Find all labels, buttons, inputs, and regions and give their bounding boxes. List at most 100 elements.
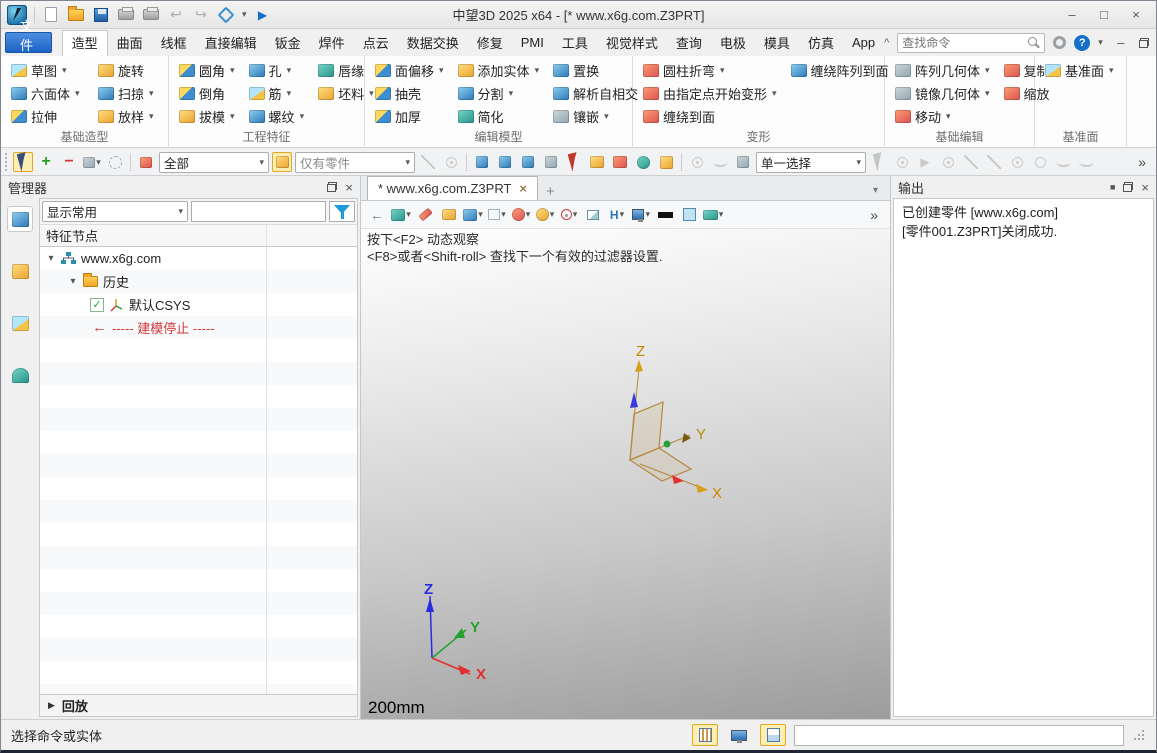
thread-button[interactable]: 螺纹▾: [246, 105, 308, 128]
tab-close-icon[interactable]: ×: [519, 181, 527, 196]
minimize-button[interactable]: –: [1058, 5, 1086, 25]
compass-icon[interactable]: [687, 152, 707, 172]
qat-play-icon[interactable]: ▶: [254, 6, 272, 24]
tree-row-history[interactable]: ▾ 历史: [40, 270, 357, 293]
lasso-icon[interactable]: [105, 152, 125, 172]
cylindrical-bend-button[interactable]: 圆柱折弯▾: [640, 59, 780, 82]
tree-row-root[interactable]: ▾ www.x6g.com: [40, 247, 357, 270]
manager-restore-button[interactable]: [327, 182, 337, 192]
tab-repair[interactable]: 修复: [468, 29, 512, 57]
black-swatch[interactable]: [655, 205, 675, 225]
swap-direction-icon[interactable]: [272, 152, 292, 172]
chain-ball-icon[interactable]: [441, 152, 461, 172]
tab-app[interactable]: App: [843, 31, 884, 55]
open-file-icon[interactable]: [67, 6, 85, 24]
output-log[interactable]: 已创建零件 [www.x6g.com] [零件001.Z3PRT]关闭成功.: [893, 198, 1154, 717]
select-highlight-icon[interactable]: [13, 152, 33, 172]
tab-visual-style[interactable]: 视觉样式: [597, 29, 667, 57]
tree-row-modeling-stop[interactable]: ← ----- 建模停止 -----: [40, 316, 357, 339]
mirror-geometry-button[interactable]: 镜像几何体▾: [892, 82, 993, 105]
simplify-button[interactable]: 简化: [455, 105, 543, 128]
face-offset-button[interactable]: 面偏移▾: [372, 59, 447, 82]
filter-funnel-button[interactable]: [329, 201, 355, 222]
pick-shape-icon[interactable]: [472, 152, 492, 172]
pick-edge-icon[interactable]: [518, 152, 538, 172]
default-csys-triad[interactable]: Z Y X: [600, 342, 750, 512]
chain-row-icon[interactable]: [418, 152, 438, 172]
inlay-button[interactable]: 镶嵌▾: [550, 105, 641, 128]
resolve-self-intersection-button[interactable]: 解析自相交: [550, 82, 641, 105]
tab-shape[interactable]: 造型: [62, 30, 108, 57]
monitor-display-icon[interactable]: ▾: [631, 205, 651, 225]
maximize-button[interactable]: □: [1090, 5, 1118, 25]
inner-square-icon[interactable]: [733, 152, 753, 172]
viewport[interactable]: 按下<F2> 动态观察 <F8>或者<Shift-roll> 查找下一个有效的过…: [361, 229, 890, 719]
selection-mode-combo[interactable]: 单一选择▾: [756, 152, 866, 173]
save-icon[interactable]: [92, 6, 110, 24]
command-search-box[interactable]: [897, 33, 1045, 53]
rib-button[interactable]: 筋▾: [246, 82, 308, 105]
file-menu-button[interactable]: 文件(F): [5, 32, 52, 53]
tab-simulation[interactable]: 仿真: [799, 29, 843, 57]
tree-header[interactable]: 特征节点: [40, 225, 357, 247]
solid-view-icon[interactable]: ▾: [463, 205, 483, 225]
output-pin-icon[interactable]: ■: [1110, 182, 1115, 192]
line-icon[interactable]: [961, 152, 981, 172]
box-button[interactable]: 六面体▾: [8, 82, 87, 105]
sketch-button[interactable]: 草图▾: [8, 59, 87, 82]
image-view-icon[interactable]: [7, 310, 33, 336]
tab-wireframe[interactable]: 线框: [152, 29, 196, 57]
tab-inquire[interactable]: 查询: [667, 29, 711, 57]
target-point-icon[interactable]: ▾: [559, 205, 579, 225]
filter-all-combo[interactable]: 全部▾: [159, 152, 269, 173]
tab-direct-edit[interactable]: 直接编辑: [196, 29, 266, 57]
circle-center-icon[interactable]: [1007, 152, 1027, 172]
more-chevron[interactable]: »: [1132, 154, 1152, 170]
spline-icon[interactable]: [1053, 152, 1073, 172]
column-divider[interactable]: [266, 225, 267, 246]
move-button[interactable]: 移动▾: [892, 105, 993, 128]
collapse-ribbon-icon[interactable]: ^: [884, 37, 889, 49]
hole-button[interactable]: 孔▾: [246, 59, 308, 82]
section-wheel-icon[interactable]: ▾: [511, 205, 531, 225]
cyan-swatch[interactable]: [679, 205, 699, 225]
cursor-icon[interactable]: [869, 152, 889, 172]
wrap-pattern-to-face-button[interactable]: 缠绕阵列到面: [788, 59, 892, 82]
tab-sheet-metal[interactable]: 钣金: [266, 29, 310, 57]
shade-icon[interactable]: [439, 205, 459, 225]
dimension-h-icon[interactable]: H▾: [607, 205, 627, 225]
close-button[interactable]: ×: [1122, 5, 1150, 25]
wave-icon[interactable]: [1076, 152, 1096, 172]
axis-line-icon[interactable]: [984, 152, 1004, 172]
globe-icon[interactable]: [633, 152, 653, 172]
filter-scope-combo[interactable]: 仅有零件▾: [295, 152, 415, 173]
tab-electrode[interactable]: 电极: [711, 29, 755, 57]
mdi-minimize-button[interactable]: –: [1111, 33, 1131, 53]
help-icon[interactable]: ?: [1074, 35, 1090, 51]
layers-icon[interactable]: [587, 152, 607, 172]
tab-pmi[interactable]: PMI: [512, 31, 553, 55]
resize-grip[interactable]: [1132, 728, 1146, 742]
toolbar-drag-grip[interactable]: [5, 153, 10, 171]
morph-from-point-button[interactable]: 由指定点开始变形▾: [640, 82, 780, 105]
cursor-gear-icon[interactable]: [892, 152, 912, 172]
visual-box-icon[interactable]: [7, 258, 33, 284]
material-layers-icon[interactable]: ▾: [703, 205, 723, 225]
add-icon[interactable]: +: [36, 152, 56, 172]
thicken-button[interactable]: 加厚: [372, 105, 447, 128]
pick-cursor-icon[interactable]: [564, 152, 584, 172]
remove-icon[interactable]: −: [59, 152, 79, 172]
pick-feature-icon[interactable]: [541, 152, 561, 172]
new-tab-button[interactable]: +: [538, 183, 563, 200]
view-refresh-icon[interactable]: [217, 6, 235, 24]
pattern-geometry-button[interactable]: 阵列几何体▾: [892, 59, 993, 82]
caret-icon[interactable]: ▾: [46, 253, 56, 264]
shell-button[interactable]: 抽壳: [372, 82, 447, 105]
exit-icon[interactable]: ←: [367, 205, 387, 225]
replay-section-header[interactable]: ▶ 回放: [40, 694, 357, 716]
tab-list-dropdown[interactable]: ▾: [867, 185, 884, 200]
tab-data-exchange[interactable]: 数据交换: [398, 29, 468, 57]
sweep-button[interactable]: 扫掠▾: [95, 82, 161, 105]
manager-search-input[interactable]: [191, 201, 326, 222]
tab-tools[interactable]: 工具: [553, 29, 597, 57]
